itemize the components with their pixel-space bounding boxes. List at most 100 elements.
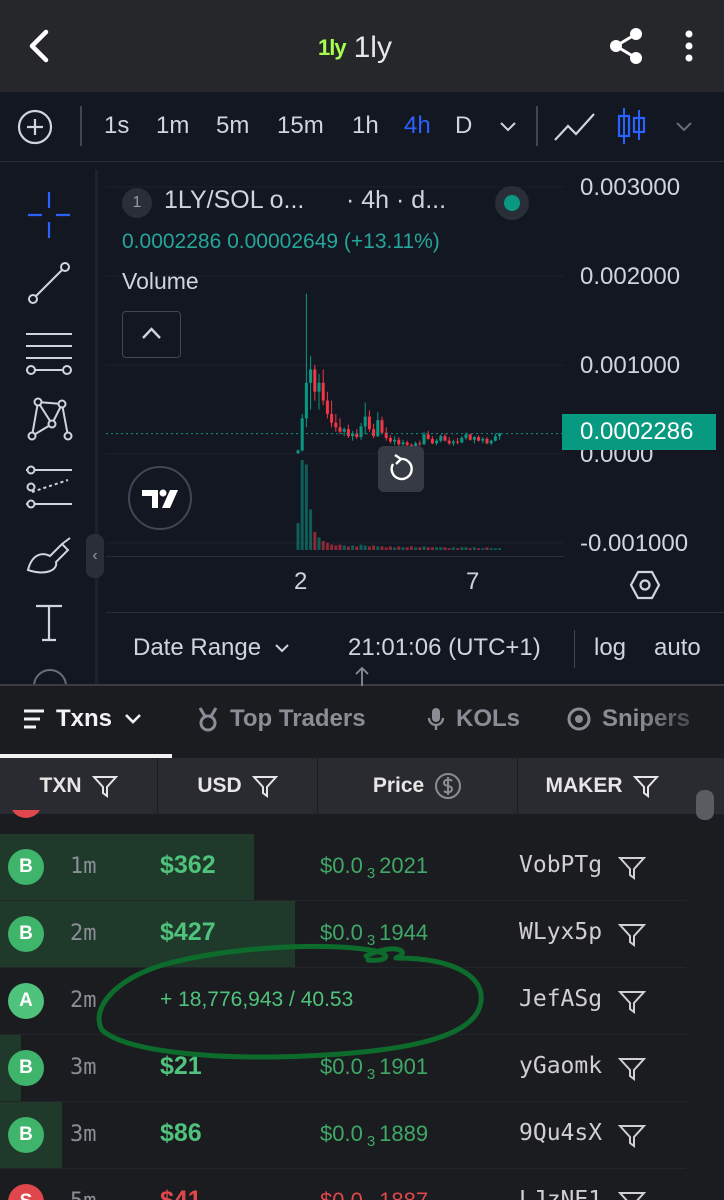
brush-tool[interactable] [22, 530, 76, 580]
txn-price: $0.0 3 1889 [320, 1121, 428, 1150]
log-scale-toggle[interactable]: log [594, 634, 626, 662]
column-header-maker[interactable]: MAKER [518, 758, 686, 814]
volume-bar-mark [346, 546, 350, 550]
chart-type-dropdown[interactable] [672, 114, 696, 138]
y-tick-label: 0.001000 [580, 352, 681, 379]
column-header-usd[interactable]: USD [158, 758, 318, 814]
maker-address[interactable]: LJzNE1 [519, 1187, 602, 1200]
timeframe-1s[interactable]: 1s [104, 112, 129, 140]
maker-address[interactable]: VobPTg [519, 852, 602, 878]
candle-body [397, 439, 401, 445]
tab-kols[interactable]: KOLs [426, 704, 520, 734]
timeframe-1m[interactable]: 1m [156, 112, 189, 140]
candle-body [498, 433, 502, 437]
filter-icon[interactable] [618, 1190, 646, 1200]
volume-bar-mark [414, 547, 418, 550]
share-button[interactable] [604, 24, 648, 68]
candle-body [418, 443, 422, 445]
timeframe-dropdown[interactable] [496, 114, 520, 138]
maker-address[interactable]: JefASg [519, 986, 602, 1012]
volume-bar-mark [435, 547, 439, 550]
chevron-down-icon [275, 644, 289, 653]
tradingview-logo[interactable] [128, 466, 192, 530]
reset-chart-button[interactable] [378, 446, 424, 492]
tab-txns[interactable]: Txns [22, 704, 144, 734]
price-zero-count: 3 [366, 1133, 376, 1151]
candle-body [342, 429, 346, 432]
timeframe-15m[interactable]: 15m [277, 112, 324, 140]
filter-icon [91, 776, 118, 798]
candle-body [493, 436, 497, 441]
tab-txns-label: Txns [56, 705, 113, 732]
candle-body [443, 436, 447, 441]
table-scrollbar[interactable] [696, 790, 714, 820]
filter-icon[interactable] [618, 922, 646, 948]
toolbar-collapse-handle[interactable]: ‹ [86, 534, 104, 578]
candle-body [304, 382, 308, 419]
candles-chart-type-button[interactable] [614, 104, 648, 148]
previous-row-badge [10, 810, 42, 818]
price-prefix: $0.0 [320, 853, 363, 878]
timeframe-4h[interactable]: 4h [404, 112, 431, 140]
filter-icon[interactable] [618, 855, 646, 881]
filter-icon[interactable] [618, 1056, 646, 1082]
volume-bar-mark [342, 545, 346, 550]
timeframe-d[interactable]: D [455, 112, 472, 140]
maker-address[interactable]: yGaomk [519, 1053, 602, 1079]
volume-bar-mark [325, 542, 329, 550]
candle-body [456, 441, 460, 443]
tab-top-traders[interactable]: Top Traders [196, 704, 366, 734]
trend-line-tool[interactable] [22, 258, 76, 308]
maker-address[interactable]: WLyx5p [519, 919, 602, 945]
chart-clock[interactable]: 21:01:06 (UTC+1) [348, 634, 541, 662]
list-icon [24, 709, 44, 729]
line-chart-type-button[interactable] [552, 108, 598, 146]
maker-address[interactable]: 9Qu4sX [519, 1120, 602, 1146]
filter-icon[interactable] [618, 989, 646, 1015]
x-axis [106, 556, 564, 610]
column-header-txn[interactable]: TXN [0, 758, 158, 814]
txn-age: 3m [70, 1055, 97, 1080]
candle-body [321, 382, 325, 401]
timeframe-5m[interactable]: 5m [216, 112, 249, 140]
chart-settings-button[interactable] [628, 568, 662, 602]
volume-bar-mark [405, 547, 409, 550]
volume-bar-mark [426, 547, 430, 550]
tradingview-icon [142, 489, 178, 508]
legend-symbol[interactable]: 1LY/SOL o... [164, 186, 304, 215]
volume-bar-mark [451, 547, 455, 550]
filter-icon[interactable] [618, 1123, 646, 1149]
auto-scale-toggle[interactable]: auto [654, 634, 701, 662]
txn-type-badge: B [8, 1117, 44, 1153]
volume-bar-mark [456, 548, 460, 550]
back-button[interactable] [18, 24, 62, 68]
token-title-group: 1ly 1ly [318, 28, 392, 68]
more-menu-button[interactable] [674, 24, 704, 68]
toolbar-separator [80, 106, 82, 146]
candle-body [439, 436, 443, 441]
reset-icon [390, 454, 413, 481]
txn-age: 2m [70, 988, 97, 1013]
brush-icon [26, 537, 71, 574]
tabs-fade [640, 690, 724, 752]
forecast-icon [26, 465, 72, 509]
candle-body [313, 369, 317, 392]
candle-body [468, 434, 472, 440]
add-indicator-button[interactable] [16, 108, 54, 146]
column-header-price[interactable]: Price [318, 758, 518, 814]
candle-body [435, 440, 439, 444]
fib-tool[interactable] [22, 326, 76, 376]
candle-body [309, 369, 313, 383]
crosshair-tool[interactable] [22, 190, 76, 240]
candle-body [426, 434, 430, 439]
pattern-tool[interactable] [22, 394, 76, 444]
forecast-tool[interactable] [22, 462, 76, 512]
collapse-legend-button[interactable] [122, 311, 181, 358]
text-tool[interactable] [22, 598, 76, 648]
timeframe-1h[interactable]: 1h [352, 112, 379, 140]
more-tools[interactable] [30, 666, 70, 684]
candle-body [325, 400, 329, 414]
volume-bar-mark [388, 546, 392, 550]
date-range-button[interactable]: Date Range [133, 634, 291, 662]
pattern-icon [27, 397, 73, 441]
